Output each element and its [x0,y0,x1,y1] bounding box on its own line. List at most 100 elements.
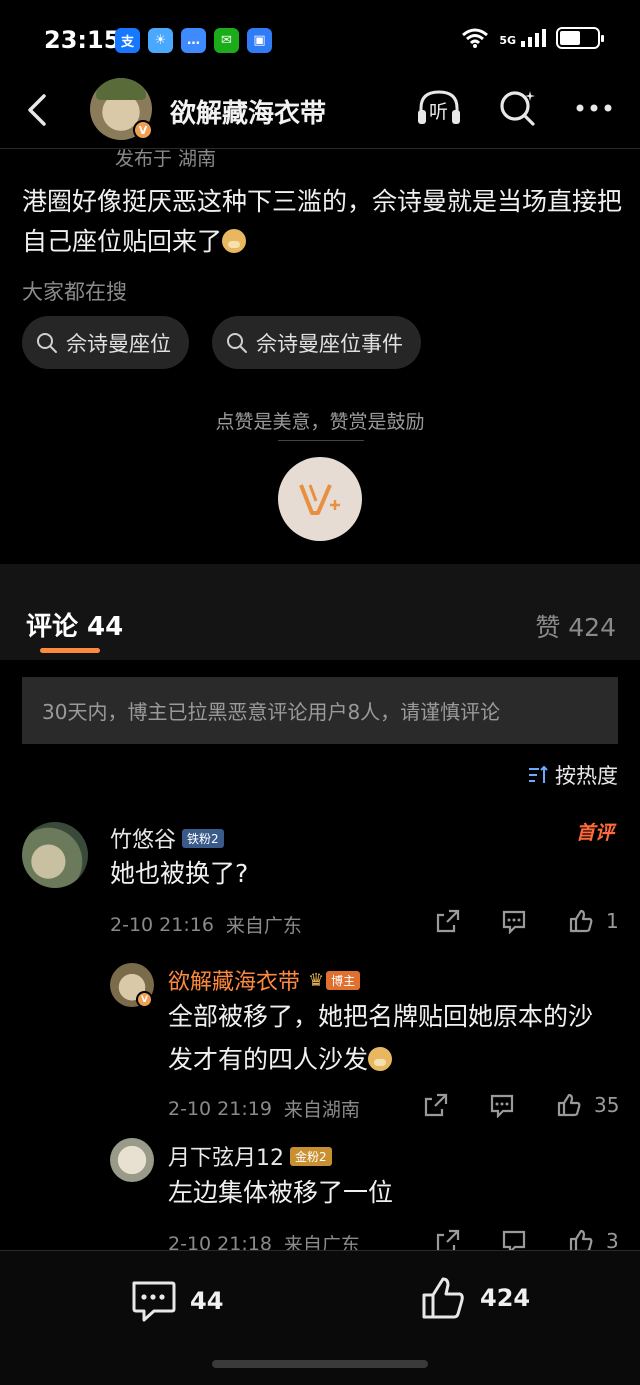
commenter-avatar[interactable] [22,822,88,888]
sort-icon [529,765,548,783]
like-count: 3 [606,1229,619,1250]
post-location: 发布于 湖南 [115,148,217,170]
wechat-icon: ✉ [214,28,239,53]
thumbs-up-icon [557,1093,581,1117]
reward-button[interactable] [278,457,362,541]
crown-icon: ♛ [308,969,325,991]
share-icon [424,1093,448,1117]
status-time: 23:15 [44,26,121,54]
thumbs-up-icon [422,1277,464,1319]
reward-divider [278,440,364,441]
comment-author-name[interactable]: 竹悠谷 [110,822,176,854]
bottom-comment-button[interactable]: 44 [130,1279,223,1323]
post-body: 港圈好像挺厌恶这种下三滥的，佘诗曼就是当场直接把自己座位贴回来了 [22,182,622,262]
comment-location: 来自广东 [225,915,302,937]
doge-emoji-icon [222,229,247,253]
comment-author: 竹悠谷 铁粉2 [110,822,224,854]
share-button[interactable] [435,1228,461,1250]
reward-text: 点赞是美意，赞赏是鼓励 [215,411,425,433]
reply-meta: 2-10 21:18 来自广东 [168,1230,360,1251]
wifi-icon [462,28,489,48]
comment-icon [502,1230,526,1250]
listen-label: 听 [429,101,449,123]
comment-meta: 2-10 21:16 来自广东 [110,911,302,938]
weather-icon: ☀ [148,28,173,53]
reply-text: 左边集体被移了一位 [168,1178,394,1207]
first-comment-tag: 首评 [575,822,614,844]
comment-time: 2-10 21:16 [110,913,214,936]
home-indicator[interactable] [212,1360,428,1368]
verified-badge-icon: V [133,120,153,140]
tab-active-indicator [40,648,100,653]
reply-meta: 2-10 21:19 来自湖南 [168,1095,360,1122]
status-bar: 23:15 支 ☀ … ✉ ▣ 5G [0,0,640,80]
thumbs-up-icon [569,909,593,933]
post-text: 港圈好像挺厌恶这种下三滥的，佘诗曼就是当场直接把自己座位贴回来了 [22,187,623,256]
reply-button[interactable] [501,1228,527,1250]
system-icons: 5G [461,27,604,49]
share-icon [436,909,460,933]
search-chip-label: 佘诗曼座位事件 [256,331,403,356]
reply-location: 来自湖南 [283,1099,360,1121]
alipay-icon: 支 [115,28,140,53]
author-badge: 博主 [326,970,361,990]
reply-author-name[interactable]: 月下弦月12 [168,1140,284,1172]
search-chip-label: 佘诗曼座位 [66,331,171,356]
bottom-comment-count: 44 [190,1287,224,1315]
verified-badge-icon: V [136,991,153,1008]
messages-icon: … [181,28,206,53]
search-chip[interactable]: 佘诗曼座位事件 [212,316,421,369]
comment-icon [490,1094,514,1119]
fan-badge: 金粉2 [290,1146,332,1166]
comment-notice: 30天内，博主已拉黑恶意评论用户8人，请谨慎评论 [22,677,618,744]
tab-comments[interactable]: 评论 44 [26,606,123,643]
tab-likes[interactable]: 赞 424 [535,608,616,644]
like-button[interactable]: 35 [556,1092,619,1118]
reply-button[interactable] [489,1092,515,1122]
like-button[interactable]: 1 [568,908,619,934]
reply-time: 2-10 21:18 [168,1232,272,1251]
comment-icon [502,910,526,935]
sort-button[interactable]: 按热度 [527,760,618,790]
reply-avatar[interactable] [110,1138,154,1182]
bottom-like-count: 424 [480,1284,531,1312]
like-count: 1 [606,909,619,933]
comment-icon [132,1281,176,1322]
share-button[interactable] [423,1092,449,1122]
reply-author: 月下弦月12 金粉2 [168,1140,332,1172]
signal-icon: 5G [499,29,546,47]
search-icon[interactable] [498,88,538,128]
trending-search-label: 大家都在搜 [22,280,127,304]
header: V 欲解藏海衣带 听 [0,78,640,148]
listen-button[interactable]: 听 [416,88,462,128]
battery-icon [556,27,604,49]
like-count: 35 [594,1093,620,1117]
notification-icons: 支 ☀ … ✉ ▣ [115,28,272,53]
reply-button[interactable] [501,908,527,938]
reply-location: 来自广东 [283,1234,360,1250]
fan-badge: 铁粉2 [182,828,224,848]
author-name[interactable]: 欲解藏海衣带 [170,93,326,130]
like-button[interactable]: 3 [568,1228,619,1250]
search-icon [227,332,247,353]
reply-author: 欲解藏海衣带 ♛ 博主 [168,964,361,996]
reward-v-plus-icon [299,484,340,515]
reply-meta-clip: 2-10 21:18 来自广东 3 [0,1225,640,1250]
app-icon: ▣ [247,28,272,53]
header-divider [0,148,640,149]
reply-time: 2-10 21:19 [168,1097,272,1120]
reply-author-name[interactable]: 欲解藏海衣带 [168,964,300,996]
comment-text: 她也被换了? [110,859,249,888]
share-icon [436,1229,460,1250]
network-label: 5G [499,34,516,47]
share-button[interactable] [435,908,461,938]
bottom-like-button[interactable]: 424 [420,1275,530,1321]
search-icon [37,332,57,353]
sort-label: 按热度 [555,764,618,788]
search-chip[interactable]: 佘诗曼座位 [22,316,189,369]
header-actions: 听 [416,88,614,128]
thumbs-up-icon [569,1229,593,1250]
back-icon[interactable] [22,90,52,130]
more-icon[interactable] [574,88,614,128]
doge-emoji-icon [368,1047,393,1071]
